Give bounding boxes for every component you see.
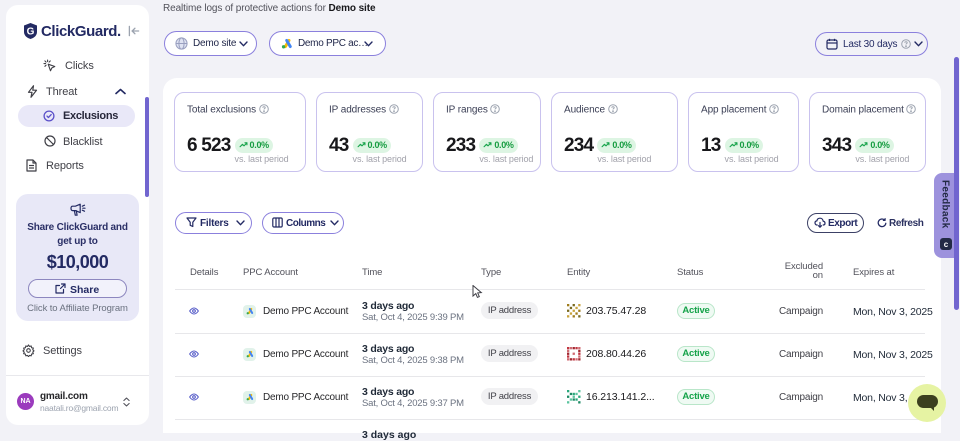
svg-text:c: c bbox=[943, 240, 948, 249]
svg-text:G: G bbox=[27, 27, 35, 38]
